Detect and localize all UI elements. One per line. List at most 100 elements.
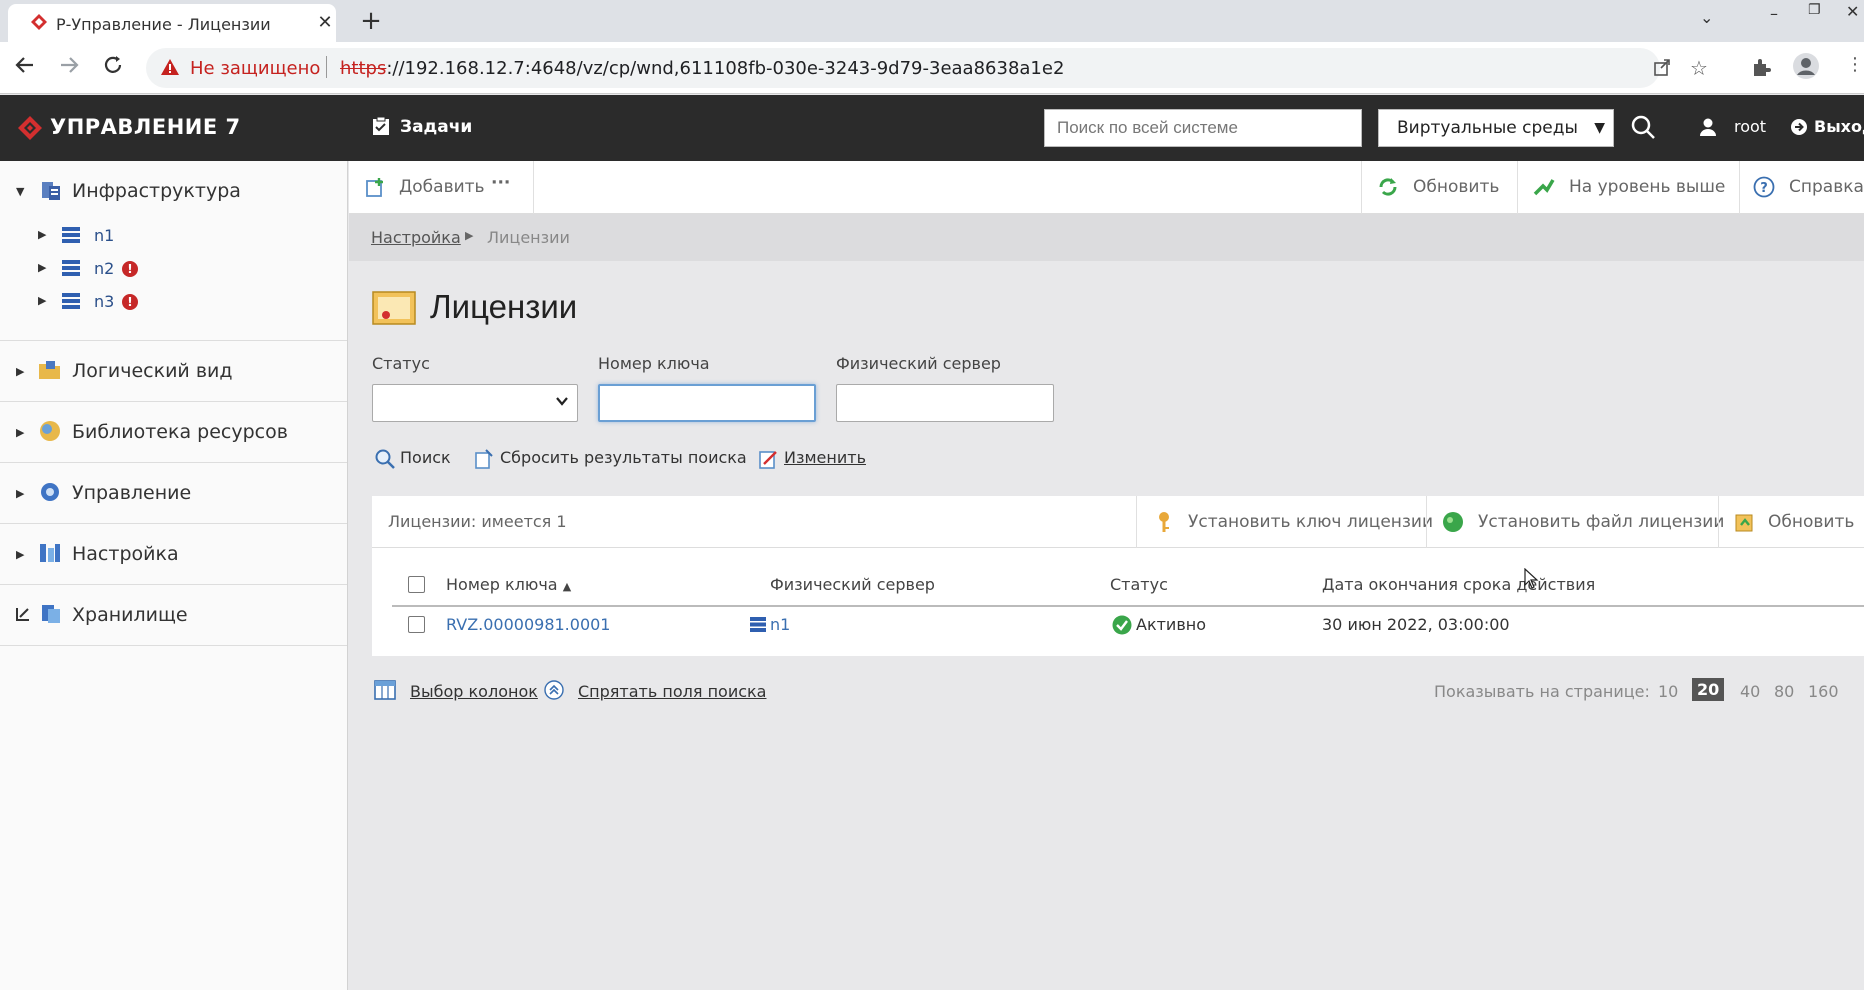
tab-close-icon[interactable]: ✕ [314, 12, 336, 34]
expand-right-icon[interactable]: ▶ [16, 365, 24, 378]
grid-count-label: Лицензии: имеется 1 [388, 512, 567, 531]
browser-tabbar: Р-Управление - Лицензии ✕ + ⌄ – ❐ ✕ [0, 0, 1864, 42]
tree-node[interactable]: ▶ n3 ! [38, 289, 338, 317]
toolbar-divider [1426, 496, 1427, 548]
magnifier-icon [374, 448, 396, 470]
share-icon[interactable] [1652, 57, 1672, 77]
search-button[interactable]: Поиск [400, 448, 451, 467]
minimize-icon[interactable]: – [1770, 4, 1778, 23]
expand-right-icon[interactable]: ▶ [16, 548, 24, 561]
status-filter-label: Статус [372, 354, 430, 373]
environment-select[interactable]: Виртуальные среды ▼ [1378, 109, 1614, 147]
library-icon [38, 420, 62, 442]
browser-tab[interactable]: Р-Управление - Лицензии ✕ [8, 4, 336, 42]
install-file-button[interactable]: Установить файл лицензии [1478, 512, 1724, 532]
level-up-icon [1533, 176, 1555, 198]
new-tab-button[interactable]: + [356, 6, 386, 36]
reload-icon[interactable] [102, 54, 124, 76]
profile-avatar-icon[interactable] [1792, 52, 1820, 80]
expand-right-icon[interactable]: ▶ [38, 261, 46, 274]
bookmark-star-icon[interactable]: ☆ [1690, 56, 1708, 80]
install-key-button[interactable]: Установить ключ лицензии [1188, 512, 1433, 532]
breadcrumb-link-settings[interactable]: Настройка [371, 228, 461, 247]
column-header-expiry[interactable]: Дата окончания срока действия [1322, 575, 1595, 594]
help-icon: ? [1753, 176, 1775, 198]
tree-node-label: n2 [94, 259, 115, 278]
server-link[interactable]: n1 [770, 615, 790, 634]
column-chooser-link[interactable]: Выбор колонок [410, 682, 538, 701]
extensions-icon[interactable] [1750, 56, 1772, 78]
expand-right-icon[interactable]: ▶ [16, 487, 24, 500]
browser-menu-icon[interactable]: ⋮ [1846, 54, 1864, 75]
sidebar: ▼ Инфраструктура ▶ n1 ▶ n2 ! ▶ n3 ! ▶ Ло… [0, 161, 348, 990]
restore-icon[interactable]: ❐ [1808, 2, 1821, 18]
sidebar-section-library[interactable]: ▶ Библиотека ресурсов [0, 402, 347, 463]
per-page-option-40[interactable]: 40 [1740, 682, 1760, 701]
server-filter-label: Физический сервер [836, 354, 1001, 373]
more-menu-button[interactable]: ··· [491, 173, 510, 193]
table-row[interactable]: RVZ.00000981.0001 n1 Активно 30 июн 2022… [392, 608, 1864, 644]
reset-search-button[interactable]: Сбросить результаты поиска [500, 448, 747, 467]
sidebar-section-management[interactable]: ▶ Управление [0, 463, 347, 524]
app-logo-text[interactable]: УПРАВЛЕНИЕ 7 [50, 115, 241, 139]
add-button[interactable]: Добавить [399, 177, 485, 197]
row-checkbox[interactable] [408, 616, 425, 633]
logout-button[interactable]: Выход [1814, 117, 1864, 136]
sidebar-section-logical-view[interactable]: ▶ Логический вид [0, 341, 347, 402]
sidebar-item-settings: Настройка [72, 543, 179, 565]
user-name[interactable]: root [1734, 117, 1766, 136]
expand-right-icon[interactable]: ▶ [16, 426, 24, 439]
per-page-option-10[interactable]: 10 [1658, 682, 1678, 701]
column-header-server[interactable]: Физический сервер [770, 575, 935, 594]
server-icon [62, 260, 80, 276]
select-all-checkbox[interactable] [408, 576, 425, 593]
server-filter-input[interactable] [836, 384, 1054, 422]
forward-icon[interactable] [58, 54, 80, 76]
per-page-option-160[interactable]: 160 [1808, 682, 1839, 701]
tree-node-label: n3 [94, 292, 115, 311]
expand-down-icon[interactable]: ▼ [16, 185, 24, 198]
column-header-key[interactable]: Номер ключа ▲ [446, 575, 571, 594]
tasks-icon [372, 116, 390, 136]
breadcrumb: Настройка ▶ Лицензии [349, 214, 1864, 261]
column-header-status[interactable]: Статус [1110, 575, 1168, 594]
url-text[interactable]: https://192.168.12.7:4648/vz/cp/wnd,6111… [340, 58, 1064, 79]
toolbar-divider [533, 161, 534, 214]
sidebar-item-logical-view: Логический вид [72, 360, 233, 382]
sidebar-item-infrastructure[interactable]: Инфраструктура [72, 180, 241, 202]
sidebar-section-settings[interactable]: ▶ Настройка [0, 524, 347, 585]
tree-node[interactable]: ▶ n1 [38, 223, 338, 251]
global-search-input[interactable] [1044, 109, 1362, 147]
per-page-option-20[interactable]: 20 [1692, 678, 1725, 701]
per-page-option-80[interactable]: 80 [1774, 682, 1794, 701]
storage-icon [40, 603, 62, 625]
key-filter-label: Номер ключа [598, 354, 710, 373]
status-filter-select[interactable] [372, 384, 578, 422]
omnibox[interactable]: Не защищено https://192.168.12.7:4648/vz… [146, 48, 1708, 88]
tasks-button[interactable]: Задачи [400, 117, 472, 137]
chevron-down-icon: ▼ [1594, 120, 1605, 136]
back-icon[interactable] [14, 54, 36, 76]
grid-refresh-icon [1734, 511, 1756, 533]
help-button[interactable]: Справка [1789, 177, 1864, 197]
key-filter-input[interactable] [598, 384, 816, 422]
key-icon [1154, 511, 1174, 533]
license-key-link[interactable]: RVZ.00000981.0001 [446, 615, 610, 634]
add-icon [365, 176, 387, 198]
edit-filter-button[interactable]: Изменить [784, 448, 866, 467]
expand-right-icon[interactable]: ▶ [38, 228, 46, 241]
browser-tab-title: Р-Управление - Лицензии [56, 15, 271, 34]
tab-list-chevron-icon[interactable]: ⌄ [1700, 8, 1713, 27]
sidebar-section-storage[interactable]: Хранилище [0, 585, 347, 646]
level-up-button[interactable]: На уровень выше [1569, 177, 1725, 197]
expand-right-icon[interactable]: ▶ [38, 294, 46, 307]
app-favicon-icon [30, 13, 48, 31]
logout-icon [1790, 118, 1808, 136]
search-icon[interactable] [1630, 114, 1656, 140]
not-secure-label[interactable]: Не защищено [190, 58, 320, 79]
hide-search-link[interactable]: Спрятать поля поиска [578, 682, 766, 701]
window-close-icon[interactable]: ✕ [1846, 2, 1859, 21]
refresh-button[interactable]: Обновить [1413, 177, 1499, 197]
tree-node[interactable]: ▶ n2 ! [38, 256, 338, 284]
grid-refresh-button[interactable]: Обновить [1768, 512, 1854, 532]
